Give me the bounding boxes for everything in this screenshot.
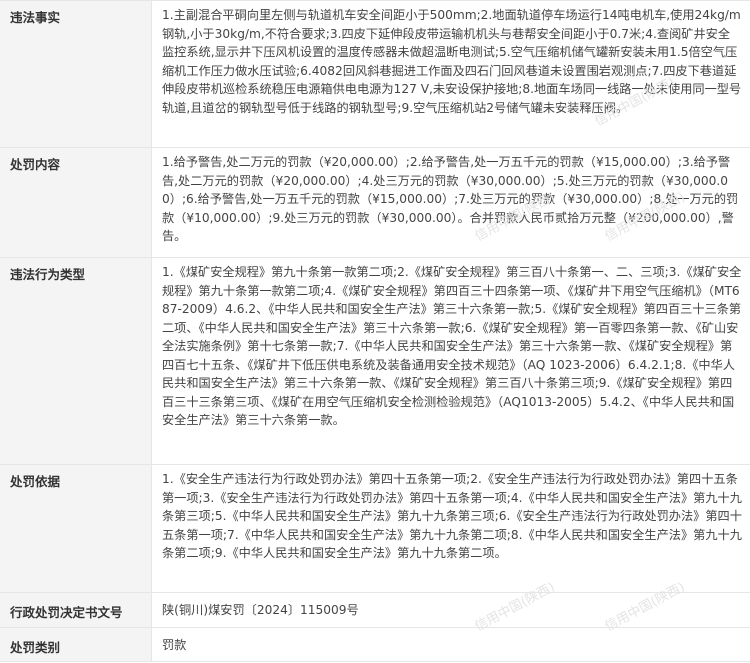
row-label-penalty-basis: 处罚依据 (0, 465, 152, 592)
table-row: 处罚内容 1.给予警告,处二万元的罚款（¥20,000.00）;2.给予警告,处… (0, 148, 750, 258)
table-row: 处罚类别 罚款 (0, 628, 750, 662)
row-value-penalty-content: 1.给予警告,处二万元的罚款（¥20,000.00）;2.给予警告,处一万五千元… (162, 155, 739, 243)
row-value-decision-number: 陕(铜川)煤安罚〔2024〕115009号 (162, 603, 359, 617)
penalty-table: 违法事实 1.主副混合平硐向里左侧与轨道机车安全间距小于500mm;2.地面轨道… (0, 0, 750, 663)
row-label-penalty-content: 处罚内容 (0, 148, 152, 257)
row-label-violation-type: 违法行为类型 (0, 258, 152, 464)
row-value-penalty-basis: 1.《安全生产违法行为行政处罚办法》第四十五条第一项;2.《安全生产违法行为行政… (162, 472, 742, 560)
row-label-violation-facts: 违法事实 (0, 1, 152, 147)
table-row: 行政处罚决定书文号 陕(铜川)煤安罚〔2024〕115009号 (0, 593, 750, 628)
table-row: 处罚依据 1.《安全生产违法行为行政处罚办法》第四十五条第一项;2.《安全生产违… (0, 465, 750, 593)
row-value-violation-type: 1.《煤矿安全规程》第九十条第一款第二项;2.《煤矿安全规程》第三百八十条第一、… (162, 265, 742, 427)
row-value-penalty-category: 罚款 (162, 638, 187, 652)
row-value-violation-facts: 1.主副混合平硐向里左侧与轨道机车安全间距小于500mm;2.地面轨道停车场运行… (162, 8, 742, 115)
table-row: 违法事实 1.主副混合平硐向里左侧与轨道机车安全间距小于500mm;2.地面轨道… (0, 1, 750, 148)
table-row: 违法行为类型 1.《煤矿安全规程》第九十条第一款第二项;2.《煤矿安全规程》第三… (0, 258, 750, 465)
row-label-decision-number: 行政处罚决定书文号 (0, 593, 152, 627)
row-label-penalty-category: 处罚类别 (0, 628, 152, 661)
